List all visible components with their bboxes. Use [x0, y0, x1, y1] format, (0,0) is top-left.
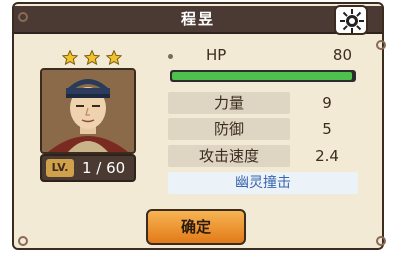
corner-ornament-icon: [376, 40, 386, 50]
stat-value: 5: [322, 120, 332, 138]
portrait-image: [42, 70, 134, 152]
confirm-button[interactable]: 确定: [146, 209, 246, 245]
corner-ornament-icon: [376, 236, 386, 246]
hp-stat: HP 80: [168, 46, 358, 86]
stat-label: 攻击速度: [168, 145, 290, 167]
star-rating: [61, 49, 123, 68]
stat-label: 力量: [168, 92, 290, 114]
stat-label: 防御: [168, 118, 290, 140]
stat-row-defense: 防御 5: [168, 118, 358, 140]
character-portrait: [40, 68, 136, 154]
hp-bar: [170, 70, 356, 82]
settings-gear-icon: [340, 9, 364, 33]
level-value: 1 / 60: [82, 159, 126, 177]
stat-value: 9: [322, 94, 332, 112]
character-name: 程昱: [180, 10, 215, 28]
skill-name[interactable]: 幽灵撞击: [168, 172, 358, 194]
level-display: LV. 1 / 60: [40, 154, 136, 182]
hp-label: HP: [206, 46, 227, 64]
star-icon: [105, 49, 123, 66]
star-icon: [61, 49, 79, 66]
star-icon: [83, 49, 101, 66]
hp-value: 80: [332, 46, 352, 64]
hp-bar-fill: [172, 72, 352, 80]
corner-ornament-icon: [18, 12, 28, 22]
title-bar: 程昱: [14, 6, 382, 34]
stat-row-attack-speed: 攻击速度 2.4: [168, 145, 358, 167]
stat-value: 2.4: [315, 147, 339, 165]
stat-row-strength: 力量 9: [168, 92, 358, 114]
settings-button[interactable]: [334, 5, 368, 35]
corner-ornament-icon: [18, 236, 28, 246]
bullet-dot-icon: [168, 54, 173, 59]
level-tag: LV.: [46, 159, 74, 177]
